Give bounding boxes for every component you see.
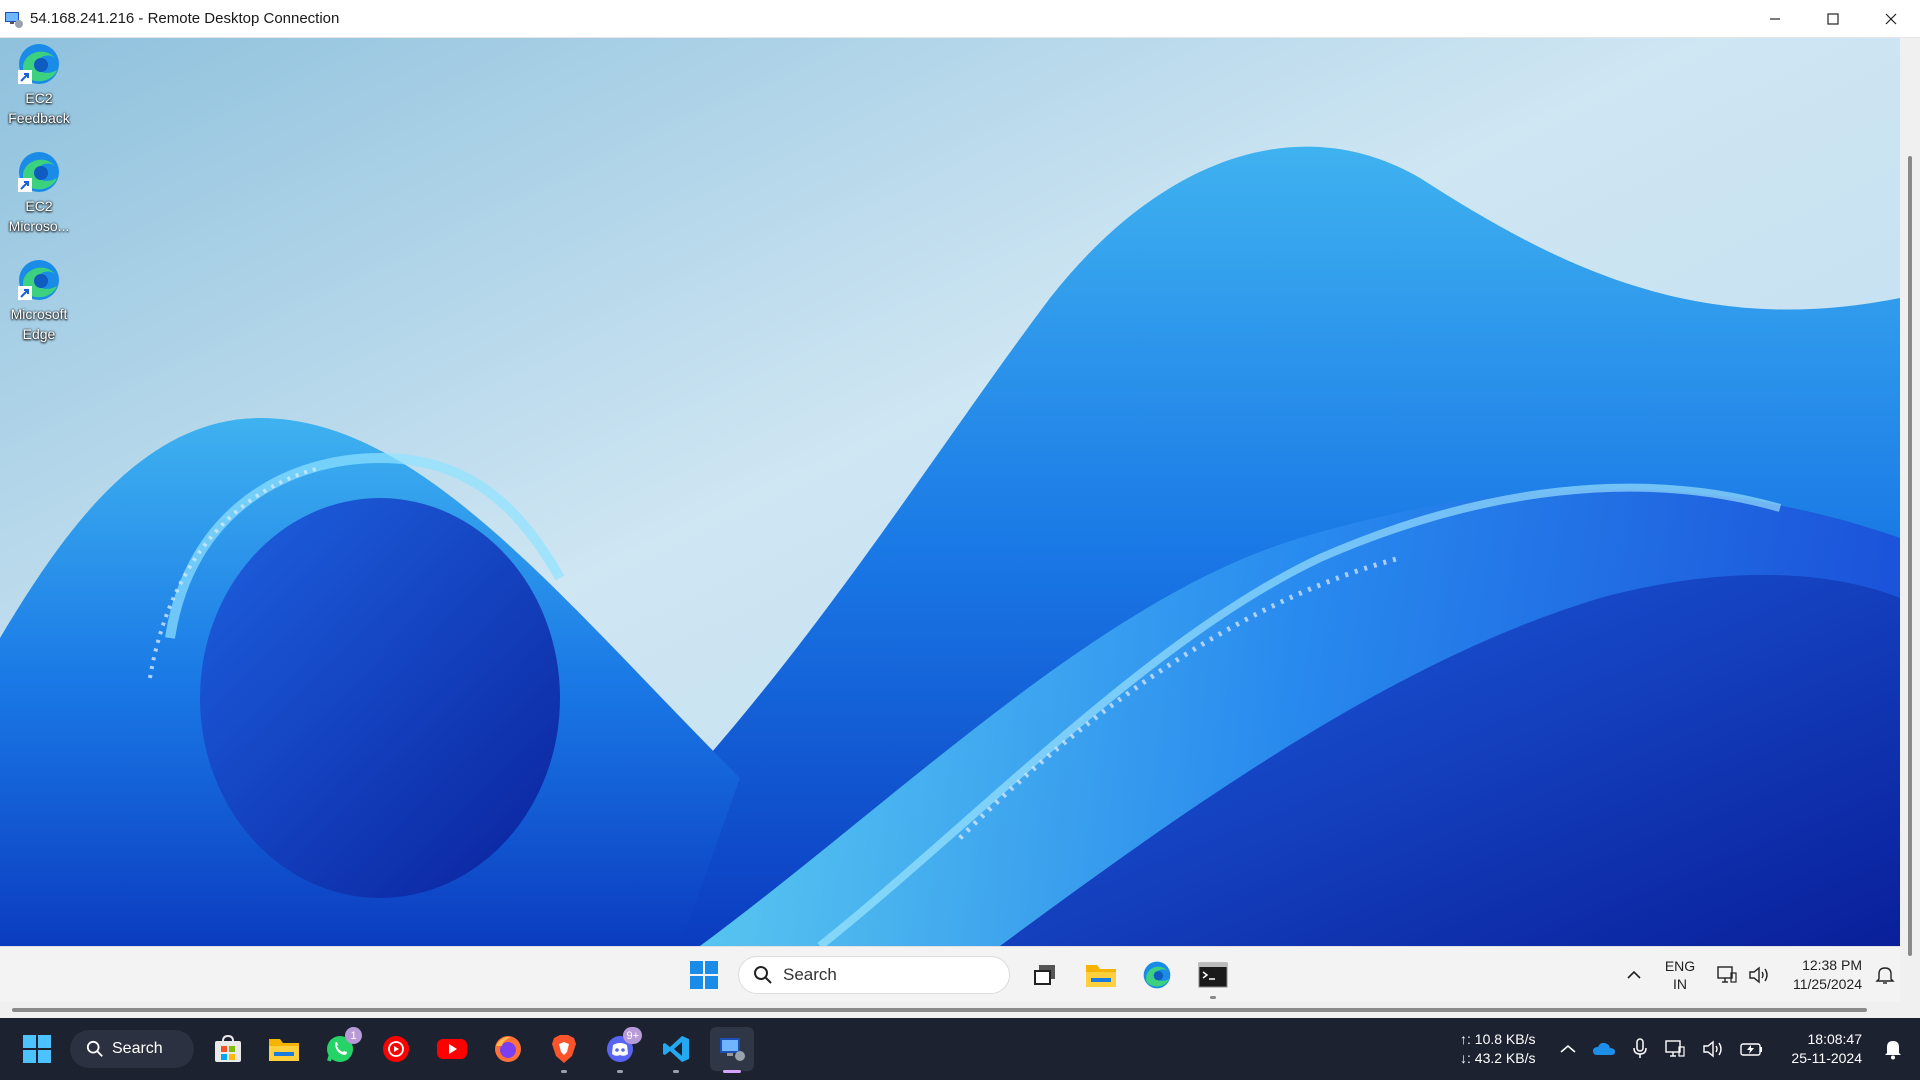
desktop-icon-label: EC2 Feedback <box>8 90 70 126</box>
chevron-up-icon[interactable] <box>1560 1044 1576 1054</box>
network-icon <box>1717 966 1737 983</box>
running-indicator <box>617 1070 623 1073</box>
network-icon[interactable] <box>1664 1039 1686 1059</box>
taskbar-app-file-explorer[interactable] <box>262 1027 306 1071</box>
remote-desktop-icon <box>720 1038 745 1061</box>
brave-icon <box>552 1035 576 1063</box>
close-button[interactable] <box>1862 0 1920 38</box>
host-notifications-button[interactable] <box>1876 1038 1910 1060</box>
microsoft-store-icon <box>215 1034 241 1062</box>
download-speed: ↓: 43.2 KB/s <box>1460 1050 1536 1066</box>
upload-speed: ↑: 10.8 KB/s <box>1460 1031 1536 1047</box>
remote-file-explorer-button[interactable] <box>1080 955 1122 995</box>
taskbar-app-whatsapp[interactable]: 1 <box>318 1027 362 1071</box>
desktop-icon-microsoft-edge[interactable]: Microsoft Edge <box>2 256 76 344</box>
taskbar-app-microsoft-store[interactable] <box>206 1027 250 1071</box>
remote-system-icons[interactable] <box>1716 965 1770 985</box>
taskbar-search-button[interactable]: Search <box>70 1030 194 1068</box>
notification-badge: 9+ <box>623 1027 642 1044</box>
notification-badge: 1 <box>345 1027 362 1044</box>
taskbar-app-remote-desktop[interactable] <box>710 1027 754 1073</box>
microphone-icon[interactable] <box>1632 1038 1648 1060</box>
notification-icon <box>1875 967 1895 984</box>
running-indicator <box>673 1070 679 1073</box>
remote-start-button[interactable] <box>684 955 724 995</box>
windows-logo-icon <box>23 1035 51 1063</box>
remote-search-box[interactable]: Search <box>738 956 1010 994</box>
edge-icon <box>1143 961 1171 989</box>
running-indicator <box>1210 996 1216 999</box>
file-explorer-icon <box>269 1039 299 1061</box>
youtube-icon <box>437 1039 467 1059</box>
edge-icon <box>15 40 63 88</box>
firefox-icon <box>495 1036 521 1062</box>
remote-desktop[interactable]: EC2 Feedback EC2 Microso... Microsoft Ed… <box>0 38 1900 946</box>
minimize-button[interactable] <box>1746 0 1804 38</box>
edge-icon <box>15 148 63 196</box>
window-title: 54.168.241.216 - Remote Desktop Connecti… <box>30 10 340 27</box>
task-view-button[interactable] <box>1024 955 1066 995</box>
desktop-icon-ec2-feedback[interactable]: EC2 Feedback <box>2 40 76 128</box>
host-date: 25-11-2024 <box>1791 1050 1862 1066</box>
onedrive-icon[interactable] <box>1592 1041 1616 1057</box>
vertical-scrollbar[interactable] <box>1900 38 1920 1008</box>
running-indicator <box>723 1070 741 1073</box>
language-region: IN <box>1673 976 1687 992</box>
taskbar-app-youtube-music[interactable] <box>374 1027 418 1071</box>
taskbar-app-brave[interactable] <box>542 1027 586 1073</box>
desktop-icon-label: Microsoft Edge <box>10 306 68 342</box>
close-icon <box>1885 13 1897 24</box>
remote-edge-button[interactable] <box>1136 955 1178 995</box>
search-label: Search <box>112 1040 163 1057</box>
scrollbar-thumb[interactable] <box>1908 156 1912 956</box>
search-icon <box>86 1040 103 1057</box>
taskbar-app-youtube[interactable] <box>430 1027 474 1071</box>
search-placeholder: Search <box>783 965 837 984</box>
vscode-icon <box>663 1036 689 1062</box>
chevron-up-icon <box>1627 970 1641 979</box>
running-indicator <box>561 1070 567 1073</box>
file-explorer-icon <box>1086 965 1116 987</box>
desktop-icon-label: EC2 Microso... <box>8 198 70 234</box>
search-icon <box>754 966 772 984</box>
maximize-icon <box>1827 12 1839 25</box>
maximize-button[interactable] <box>1804 0 1862 38</box>
taskbar-app-discord[interactable]: 9+ <box>598 1027 642 1073</box>
rdp-title-bar[interactable]: 54.168.241.216 - Remote Desktop Connecti… <box>0 0 1920 38</box>
remote-date: 11/25/2024 <box>1792 976 1862 992</box>
windows-logo-icon <box>690 961 718 989</box>
taskbar-app-firefox[interactable] <box>486 1027 530 1071</box>
taskbar-app-vscode[interactable] <box>654 1027 698 1073</box>
remote-show-hidden-icons-button[interactable] <box>1616 970 1652 980</box>
remote-language-indicator[interactable]: ENG IN <box>1658 957 1702 993</box>
host-taskbar: Search 1 9+ ↑: 10.8 KB/s ↓: 43.2 KB/s 18… <box>0 1018 1920 1080</box>
host-system-tray[interactable] <box>1560 1038 1764 1060</box>
bell-icon <box>1885 1041 1901 1060</box>
minimize-icon <box>1770 17 1780 20</box>
host-time: 18:08:47 <box>1807 1031 1863 1047</box>
start-button[interactable] <box>16 1028 58 1070</box>
battery-charging-icon[interactable] <box>1740 1041 1764 1057</box>
task-view-icon <box>1034 965 1055 985</box>
command-prompt-icon <box>1198 962 1228 988</box>
desktop-icon-ec2-microsoft[interactable]: EC2 Microso... <box>2 148 76 236</box>
remote-clock[interactable]: 12:38 PM 11/25/2024 <box>1778 956 1862 994</box>
remote-time: 12:38 PM <box>1802 957 1862 973</box>
remote-taskbar: Search ENG IN 12:38 PM 11/25/2024 <box>0 946 1900 1002</box>
volume-icon[interactable] <box>1702 1039 1724 1059</box>
desktop-wallpaper <box>0 38 1900 946</box>
language-code: ENG <box>1664 958 1696 974</box>
scrollbar-thumb[interactable] <box>12 1008 1867 1012</box>
youtube-music-icon <box>383 1036 409 1062</box>
host-clock[interactable]: 18:08:47 25-11-2024 <box>1782 1030 1862 1068</box>
remote-notifications-button[interactable] <box>1870 965 1900 985</box>
remote-cmd-button[interactable] <box>1192 955 1234 999</box>
edge-icon <box>15 256 63 304</box>
horizontal-scrollbar[interactable] <box>0 1002 1920 1018</box>
remote-desktop-icon <box>4 9 24 29</box>
volume-icon <box>1749 966 1768 984</box>
network-speed-meter: ↑: 10.8 KB/s ↓: 43.2 KB/s <box>1460 1030 1535 1068</box>
